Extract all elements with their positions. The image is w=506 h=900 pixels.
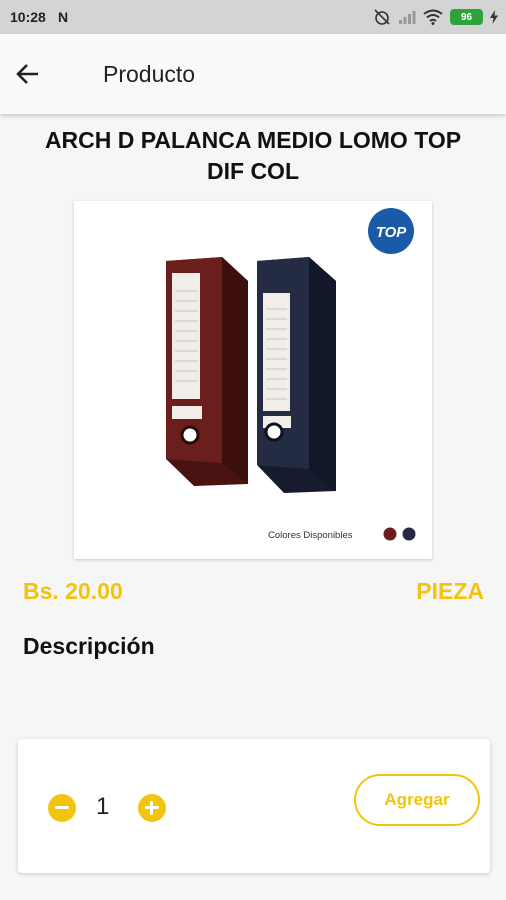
brand-logo: TOP xyxy=(368,208,414,254)
page-title: Producto xyxy=(103,61,196,87)
product-name: ARCH D PALANCA MEDIO LOMO TOP DIF COL xyxy=(44,127,462,184)
add-to-cart-button[interactable]: Agregar xyxy=(354,774,480,826)
product-price: Bs. 20.00 xyxy=(23,578,123,604)
add-to-cart-card: 1 Agregar xyxy=(18,739,490,873)
app-bar: Producto xyxy=(0,34,506,114)
color-swatch-navy xyxy=(402,527,416,541)
charging-icon xyxy=(490,10,498,24)
navy-binder xyxy=(257,257,336,493)
brand-logo-text: TOP xyxy=(376,224,408,241)
increase-quantity-button[interactable] xyxy=(138,794,166,822)
status-time: 10:28 xyxy=(10,9,46,25)
status-bar: 10:28 N 96 xyxy=(0,0,506,34)
product-image: TOP Colores Disponibles xyxy=(74,201,432,559)
product-unit: PIEZA xyxy=(416,578,484,604)
quantity-value: 1 xyxy=(96,793,110,820)
alarm-off-icon xyxy=(374,9,390,25)
burgundy-binder xyxy=(166,257,248,486)
wifi-icon xyxy=(423,9,443,25)
signal-icon xyxy=(399,11,416,24)
colors-caption: Colores Disponibles xyxy=(268,530,353,541)
battery-icon: 96 xyxy=(450,9,483,25)
back-arrow-icon[interactable] xyxy=(14,60,42,88)
color-swatch-burgundy xyxy=(383,527,397,541)
status-icons: 96 xyxy=(373,8,498,26)
battery-level: 96 xyxy=(460,11,473,23)
description-heading: Descripción xyxy=(23,633,155,659)
notification-n-icon: N xyxy=(58,9,69,25)
decrease-quantity-button[interactable] xyxy=(48,794,76,822)
